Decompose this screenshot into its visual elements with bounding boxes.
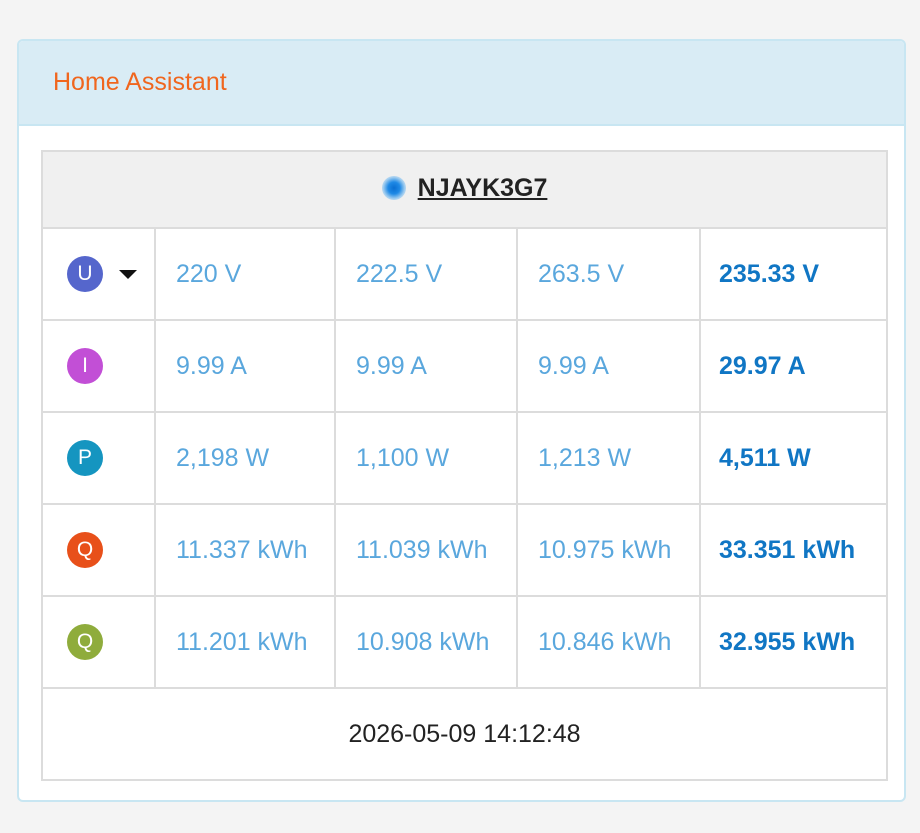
phase-2-value: 1,100 W: [334, 411, 518, 505]
total-value: 29.97 A: [698, 319, 889, 413]
phase-2-value: 11.039 kWh: [334, 503, 518, 597]
phase-1-value: 11.201 kWh: [154, 595, 336, 689]
status-dot-icon: [381, 176, 406, 201]
phase-1-value: 220 V: [154, 227, 336, 321]
total-value: 33.351 kWh: [698, 503, 889, 597]
phase-2-value: 10.908 kWh: [334, 595, 518, 689]
table-row-power: P 2,198 W 1,100 W 1,213 W 4,511 W: [41, 411, 889, 505]
energy-export-icon: Q: [67, 624, 103, 660]
row-icon-cell: I: [41, 319, 156, 413]
panel-header: Home Assistant: [19, 41, 904, 126]
voltage-icon: U: [67, 256, 103, 292]
table-row-energy-import: Q 11.337 kWh 11.039 kWh 10.975 kWh 33.35…: [41, 503, 889, 597]
total-value: 4,511 W: [698, 411, 889, 505]
device-header: NJAYK3G7: [40, 150, 889, 229]
phase-3-value: 263.5 V: [516, 227, 701, 321]
chevron-down-icon[interactable]: [119, 269, 137, 279]
last-update-timestamp: 2026-05-09 14:12:48: [40, 687, 889, 781]
phase-2-value: 9.99 A: [334, 319, 518, 413]
phase-2-value: 222.5 V: [334, 227, 518, 321]
meter-table: NJAYK3G7 U 220 V 222.5 V 263.5 V 235.33 …: [40, 150, 889, 781]
table-row-voltage: U 220 V 222.5 V 263.5 V 235.33 V: [41, 227, 889, 321]
table-row-energy-export: Q 11.201 kWh 10.908 kWh 10.846 kWh 32.95…: [41, 595, 889, 689]
phase-1-value: 9.99 A: [154, 319, 336, 413]
row-icon-cell: Q: [41, 595, 156, 689]
phase-3-value: 10.846 kWh: [516, 595, 701, 689]
total-value: 235.33 V: [698, 227, 889, 321]
row-icon-cell: Q: [41, 503, 156, 597]
panel-title: Home Assistant: [53, 68, 227, 96]
phase-1-value: 2,198 W: [154, 411, 336, 505]
device-info: NJAYK3G7: [381, 174, 548, 203]
phase-3-value: 10.975 kWh: [516, 503, 701, 597]
phase-3-value: 9.99 A: [516, 319, 701, 413]
phase-3-value: 1,213 W: [516, 411, 701, 505]
phase-1-value: 11.337 kWh: [154, 503, 336, 597]
device-name-link[interactable]: NJAYK3G7: [418, 174, 548, 203]
table-row-current: I 9.99 A 9.99 A 9.99 A 29.97 A: [41, 319, 889, 413]
home-assistant-panel: Home Assistant NJAYK3G7 U 220 V 222.5 V: [17, 39, 906, 802]
power-icon: P: [67, 440, 103, 476]
current-icon: I: [67, 348, 103, 384]
row-icon-cell: P: [41, 411, 156, 505]
row-icon-cell: U: [41, 227, 156, 321]
energy-import-icon: Q: [67, 532, 103, 568]
total-value: 32.955 kWh: [698, 595, 889, 689]
